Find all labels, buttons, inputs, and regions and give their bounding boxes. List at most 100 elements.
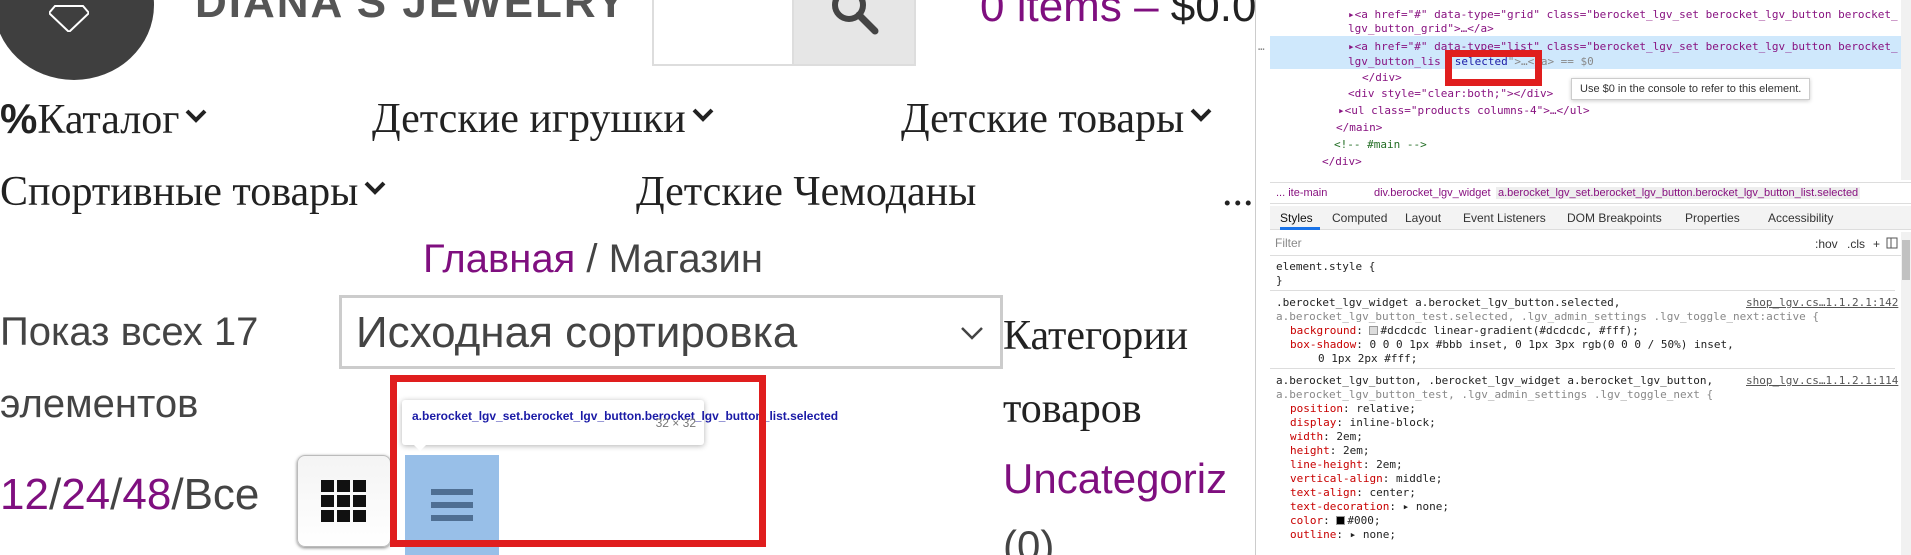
prop-value: #000; <box>1347 514 1381 527</box>
prop-value: center; <box>1369 486 1416 499</box>
rule2-prop-line-height[interactable]: line-height: 2em; <box>1290 458 1403 471</box>
result-count-line1: Показ всех 17 <box>0 310 259 354</box>
styles-scrollbar[interactable] <box>1901 232 1911 555</box>
tab-accessibility[interactable]: Accessibility <box>1768 211 1833 225</box>
dom-line-grid-button-end[interactable]: lgv_button_grid">…</a> <box>1348 22 1494 35</box>
sort-select[interactable]: Исходная сортировка <box>339 295 1003 369</box>
element-style-selector[interactable]: element.style { <box>1276 260 1375 273</box>
cls-toggle[interactable]: .cls <box>1847 237 1865 251</box>
rule2-prop-text-decoration[interactable]: text-decoration: ▸ none; <box>1290 500 1449 513</box>
annotation-highlight-box <box>390 375 766 547</box>
perpage-24[interactable]: 24 <box>61 470 110 519</box>
nav-label: Детские Чемоданы <box>636 169 977 215</box>
search-button[interactable] <box>792 0 916 66</box>
rule1-selector-line1[interactable]: .berocket_lgv_widget a.berocket_lgv_butt… <box>1276 296 1620 309</box>
dom-line-div-close[interactable]: </div> <box>1362 71 1402 84</box>
dom-line-main-close[interactable]: </main> <box>1336 121 1382 134</box>
sort-selected-value: Исходная сортировка <box>356 308 798 357</box>
dom-line-products-ul[interactable]: ▸<ul class="products columns-4">…</ul> <box>1338 104 1590 117</box>
nav-label: ... <box>1222 169 1254 215</box>
perpage-separator: / <box>48 470 62 519</box>
nav-label: Каталог <box>37 97 180 143</box>
nav-item-kids-suitcases[interactable]: Детские Чемоданы <box>636 168 976 216</box>
search-input[interactable] <box>652 0 794 66</box>
logo-icon[interactable] <box>0 0 154 80</box>
rule2-prop-width[interactable]: width: 2em; <box>1290 430 1363 443</box>
color-swatch[interactable] <box>1369 326 1379 335</box>
rule2-prop-position[interactable]: position: relative; <box>1290 402 1416 415</box>
perpage-48[interactable]: 48 <box>122 470 171 519</box>
dom-line-div-close-2[interactable]: </div> <box>1322 155 1362 168</box>
hov-toggle[interactable]: :hov <box>1815 237 1838 251</box>
sidebar-category-link[interactable]: Uncategoriz <box>1003 455 1227 503</box>
tab-layout[interactable]: Layout <box>1405 211 1441 225</box>
breadcrumb-home[interactable]: Главная <box>423 237 575 281</box>
rule1-prop-background[interactable]: background: #dcdcdc linear-gradient(#dcd… <box>1290 324 1639 337</box>
rule2-prop-vertical-align[interactable]: vertical-align: middle; <box>1290 472 1442 485</box>
rule2-prop-height[interactable]: height: 2em; <box>1290 444 1370 457</box>
dom-scrollbar[interactable] <box>1901 0 1911 180</box>
rule2-selector-line2[interactable]: a.berocket_lgv_button_test, .lgv_admin_s… <box>1276 388 1713 401</box>
grid-icon <box>321 480 366 522</box>
nav-item-kids-goods[interactable]: Детские товары <box>901 95 1212 143</box>
perpage-all[interactable]: Все <box>184 470 260 519</box>
prop-value: #dcdcdc linear-gradient(#dcdcdc, #fff); <box>1380 324 1639 337</box>
chevron-down-icon <box>1190 108 1212 122</box>
sidebar-toggle-icon[interactable] <box>1886 237 1898 249</box>
logo-text[interactable]: DIANA'S JEWELRY <box>195 0 627 28</box>
styles-filter-input[interactable]: Filter <box>1275 236 1765 252</box>
crumb-site-main[interactable]: ... ite-main <box>1276 187 1327 199</box>
rule1-selector-line2[interactable]: a.berocket_lgv_button_test.selected, .lg… <box>1276 310 1819 323</box>
grid-view-button[interactable] <box>297 455 391 547</box>
prop-name: outline <box>1290 528 1337 541</box>
tab-styles[interactable]: Styles <box>1280 211 1313 225</box>
dom-line-comment[interactable]: <!-- #main --> <box>1334 138 1427 151</box>
nav-item-catalog[interactable]: %Каталог <box>0 95 207 144</box>
styles-scrollbar-thumb[interactable] <box>1902 240 1910 280</box>
perpage-separator: / <box>171 470 184 519</box>
dom-line-list-button[interactable]: ▸<a href="#" data-type="list" class="ber… <box>1348 40 1898 53</box>
tab-computed[interactable]: Computed <box>1332 211 1387 225</box>
dom-line-clear-div[interactable]: <div style="clear:both;"></div> <box>1348 87 1553 100</box>
cart-link[interactable]: 0 items – $0.0 <box>980 0 1255 32</box>
sidebar-category-count: (0) <box>1003 522 1055 555</box>
prop-value: 2em; <box>1343 444 1370 457</box>
rule2-prop-text-align[interactable]: text-align: center; <box>1290 486 1416 499</box>
rule2-prop-color[interactable]: color: #000; <box>1290 514 1381 527</box>
perpage-separator: / <box>110 470 123 519</box>
color-swatch[interactable] <box>1336 516 1346 525</box>
prop-name: line-height <box>1290 458 1363 471</box>
rule1-source-link[interactable]: shop_lgv.cs…1.1.2.1:142 <box>1746 296 1898 309</box>
tab-properties[interactable]: Properties <box>1685 211 1740 225</box>
tab-dom-breakpoints[interactable]: DOM Breakpoints <box>1567 211 1662 225</box>
perpage-12[interactable]: 12 <box>0 470 49 519</box>
cart-items: 0 items <box>980 0 1122 31</box>
annotation-selected-class-box <box>1445 50 1542 86</box>
rule2-selector-line1[interactable]: a.berocket_lgv_button, .berocket_lgv_wid… <box>1276 374 1713 387</box>
web-page-viewport: DIANA'S JEWELRY 0 items – $0.0 %Каталог … <box>0 0 1255 555</box>
prop-value: 0 0 0 1px #bbb inset, 0 1px 3px rgb(0 0 … <box>1369 338 1734 351</box>
rule2-source-link[interactable]: shop_lgv.cs…1.1.2.1:114 <box>1746 374 1898 387</box>
prop-name: width <box>1290 430 1324 443</box>
tab-event-listeners[interactable]: Event Listeners <box>1463 211 1546 225</box>
nav-item-sports[interactable]: Спортивные товары <box>0 168 386 216</box>
rule1-prop-box-shadow-cont[interactable]: 0 1px 2px #fff; <box>1318 352 1417 365</box>
breadcrumb-current: Магазин <box>608 237 763 281</box>
new-rule-button[interactable]: + <box>1873 237 1880 251</box>
prop-name: text-decoration <box>1290 500 1390 513</box>
devtools-breadcrumb: ... ite-main div.berocket_lgv_widget a.b… <box>1270 182 1911 204</box>
prop-value: ▸ none; <box>1349 528 1396 541</box>
element-style-close: } <box>1276 274 1283 287</box>
rule2-prop-display[interactable]: display: inline-block; <box>1290 416 1436 429</box>
dom-line-grid-button[interactable]: ▸<a href="#" data-type="grid" class="ber… <box>1348 8 1898 21</box>
rule-divider <box>1270 368 1895 369</box>
chevron-down-icon <box>961 327 983 340</box>
nav-item-more[interactable]: ... <box>1222 168 1254 216</box>
crumb-current[interactable]: a.berocket_lgv_set.berocket_lgv_button.b… <box>1496 187 1861 199</box>
rule2-prop-outline[interactable]: outline: ▸ none; <box>1290 528 1396 541</box>
rule1-prop-box-shadow[interactable]: box-shadow: 0 0 0 1px #bbb inset, 0 1px … <box>1290 338 1734 351</box>
nav-item-kids-toys[interactable]: Детские игрушки <box>372 95 714 143</box>
dom-row-dots[interactable]: … <box>1258 40 1265 53</box>
prop-value: middle; <box>1395 472 1443 485</box>
crumb-widget[interactable]: div.berocket_lgv_widget <box>1374 187 1491 199</box>
